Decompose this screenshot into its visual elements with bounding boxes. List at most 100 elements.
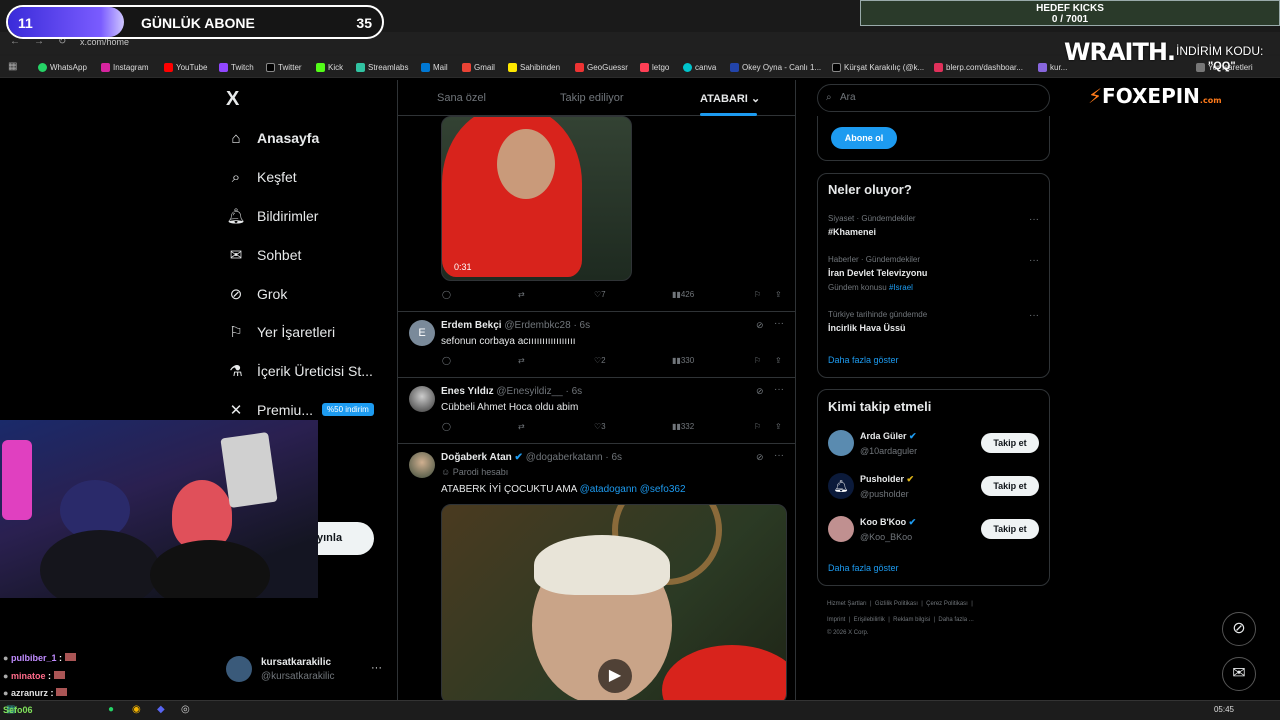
like-button[interactable]: ♡ 7 xyxy=(594,290,606,299)
nav-grok[interactable]: ⊘ Grok xyxy=(226,282,288,306)
trend-item[interactable]: İncirlik Hava Üssü xyxy=(828,323,906,333)
share-icon[interactable]: ⇪ xyxy=(775,356,782,365)
search-input[interactable]: ⌕ Ara xyxy=(817,84,1050,112)
footer-link[interactable]: Çerez Politikası xyxy=(926,601,968,607)
grok-icon[interactable]: ⊘ xyxy=(756,452,764,463)
account-more-icon[interactable]: ··· xyxy=(371,662,382,674)
repost-icon[interactable]: ⇄ xyxy=(518,422,525,431)
bookmark-twitter[interactable]: Twitter xyxy=(266,61,302,73)
bookmark-twitch[interactable]: Twitch xyxy=(219,61,254,73)
bookmark-instagram[interactable]: Instagram xyxy=(101,61,149,73)
nav-chat[interactable]: ✉ Sohbet xyxy=(226,243,302,267)
views-count[interactable]: ▮▮ 330 xyxy=(672,356,694,365)
reply-icon[interactable]: ◯ xyxy=(442,422,451,431)
bookmark-gmail[interactable]: Gmail xyxy=(462,61,495,73)
bookmark-icon[interactable]: ⚐ xyxy=(754,422,761,431)
trend-item[interactable]: #Khamenei xyxy=(828,227,876,237)
follow-button[interactable]: Takip et xyxy=(981,519,1039,539)
chrome-icon[interactable]: ◉ xyxy=(132,704,141,715)
footer-link[interactable]: Daha fazla ... xyxy=(938,617,973,623)
nav-notifications[interactable]: 🔔︎ Bildirimler xyxy=(226,204,318,228)
bookmark-geoguessr[interactable]: GeoGuessr xyxy=(575,61,628,73)
share-icon[interactable]: ⇪ xyxy=(775,290,782,299)
share-icon[interactable]: ⇪ xyxy=(775,422,782,431)
repost-icon[interactable]: ⇄ xyxy=(518,290,525,299)
nav-home[interactable]: ⌂ Anasayfa xyxy=(226,126,319,150)
bookmark-icon[interactable]: ⚐ xyxy=(754,356,761,365)
more-icon[interactable]: ··· xyxy=(1029,310,1039,321)
obs-icon[interactable]: ◎ xyxy=(181,704,190,715)
bookmark-letgo[interactable]: letgo xyxy=(640,61,669,73)
more-icon[interactable]: ··· xyxy=(1029,255,1039,266)
bookmark-canva[interactable]: canva xyxy=(683,61,716,73)
reply-icon[interactable]: ◯ xyxy=(442,356,451,365)
account-name[interactable]: kursatkarakilic xyxy=(261,657,331,668)
whatsapp-icon[interactable]: ● xyxy=(108,704,114,715)
more-icon[interactable]: ··· xyxy=(774,384,784,395)
tab-for-you[interactable]: Sana özel xyxy=(437,92,486,104)
footer-link[interactable]: Imprint xyxy=(827,617,845,623)
follow-button[interactable]: Takip et xyxy=(981,433,1039,453)
footer-link[interactable]: Gizlilik Politikası xyxy=(875,601,918,607)
tweet-enes[interactable]: Enes Yıldız @Enesyildiz__ · 6s Cübbeli A… xyxy=(398,378,795,444)
bookmark-mail[interactable]: Mail xyxy=(421,61,448,73)
avatar[interactable] xyxy=(409,452,435,478)
bookmark-kur[interactable]: kur... xyxy=(1038,61,1067,73)
apps-icon[interactable]: ▦ xyxy=(8,60,17,72)
x-logo[interactable]: X xyxy=(226,88,239,111)
avatar[interactable] xyxy=(409,386,435,412)
nav-explore[interactable]: ⌕ Keşfet xyxy=(226,165,297,189)
show-more-link[interactable]: Daha fazla göster xyxy=(828,563,899,573)
tweet-mentions[interactable]: @atadogann @sefo362 xyxy=(580,484,686,495)
grok-icon[interactable]: ⊘ xyxy=(756,386,764,397)
avatar[interactable] xyxy=(828,430,854,456)
video-thumbnail[interactable]: 0:31 xyxy=(441,116,632,281)
views-count[interactable]: ▮▮ 332 xyxy=(672,422,694,431)
footer-link[interactable]: Hizmet Şartları xyxy=(827,601,867,607)
tweet-author[interactable]: Erdem Bekçi @Erdembkc28 · 6s xyxy=(441,320,590,331)
bookmark-whatsapp[interactable]: WhatsApp xyxy=(38,61,87,73)
tweet-video[interactable]: 0:31 ◯ ⇄ ♡ 7 ▮▮ 426 ⚐ ⇪ xyxy=(398,116,795,312)
more-icon[interactable]: ··· xyxy=(774,450,784,461)
bookmark-blerp[interactable]: blerp.com/dashboar... xyxy=(934,61,1023,73)
bookmark-okey[interactable]: Okey Oyna - Canlı 1... xyxy=(730,61,821,73)
avatar[interactable]: E xyxy=(409,320,435,346)
show-more-link[interactable]: Daha fazla göster xyxy=(828,355,899,365)
suggest-name[interactable]: Koo B'Koo ✔ xyxy=(860,517,916,528)
bookmark-youtube[interactable]: YouTube xyxy=(164,61,207,73)
messages-fab-icon[interactable]: ✉ xyxy=(1222,657,1256,691)
bookmark-sahibinden[interactable]: Sahibinden xyxy=(508,61,560,73)
bookmark-icon[interactable]: ⚐ xyxy=(754,290,761,299)
avatar[interactable] xyxy=(828,516,854,542)
trend-item[interactable]: İran Devlet Televizyonu xyxy=(828,268,927,278)
tweet-erdem[interactable]: E Erdem Bekçi @Erdembkc28 · 6s sefonun c… xyxy=(398,312,795,378)
more-icon[interactable]: ··· xyxy=(774,318,784,329)
bookmark-kursat[interactable]: Kürşat Karakılıç (@k... xyxy=(832,61,924,73)
bookmark-kick[interactable]: Kick xyxy=(316,61,343,73)
footer-link[interactable]: Reklam bilgisi xyxy=(893,617,930,623)
nav-premium[interactable]: ✕ Premiu... xyxy=(226,398,313,422)
like-button[interactable]: ♡ 3 xyxy=(594,422,606,431)
video-thumbnail[interactable]: ▶ xyxy=(441,504,787,704)
follow-button[interactable]: Takip et xyxy=(981,476,1039,496)
repost-icon[interactable]: ⇄ xyxy=(518,356,525,365)
bookmark-streamlabs[interactable]: Streamlabs xyxy=(356,61,408,73)
suggest-name[interactable]: Arda Güler ✔ xyxy=(860,431,917,442)
more-icon[interactable]: ··· xyxy=(1029,214,1039,225)
tweet-author[interactable]: Doğaberk Atan ✔ @dogaberkatann · 6s xyxy=(441,452,622,463)
nav-creator-studio[interactable]: ⚗ İçerik Üreticisi St... xyxy=(226,359,373,383)
like-button[interactable]: ♡ 2 xyxy=(594,356,606,365)
grok-fab-icon[interactable]: ⊘ xyxy=(1222,612,1256,646)
discord-icon[interactable]: ◆ xyxy=(157,704,165,715)
suggest-name[interactable]: Pusholder ✔ xyxy=(860,474,914,485)
avatar[interactable]: 🔔︎ xyxy=(828,473,854,499)
nav-bookmarks[interactable]: ⚐ Yer İşaretleri xyxy=(226,320,335,344)
footer-link[interactable]: Erişilebilirlik xyxy=(854,617,885,623)
tab-following[interactable]: Takip ediliyor xyxy=(560,92,624,104)
reply-icon[interactable]: ◯ xyxy=(442,290,451,299)
grok-icon[interactable]: ⊘ xyxy=(756,320,764,331)
subscribe-button[interactable]: Abone ol xyxy=(831,127,897,149)
views-count[interactable]: ▮▮ 426 xyxy=(672,290,694,299)
account-avatar[interactable] xyxy=(226,656,252,682)
play-icon[interactable]: ▶ xyxy=(598,659,632,693)
